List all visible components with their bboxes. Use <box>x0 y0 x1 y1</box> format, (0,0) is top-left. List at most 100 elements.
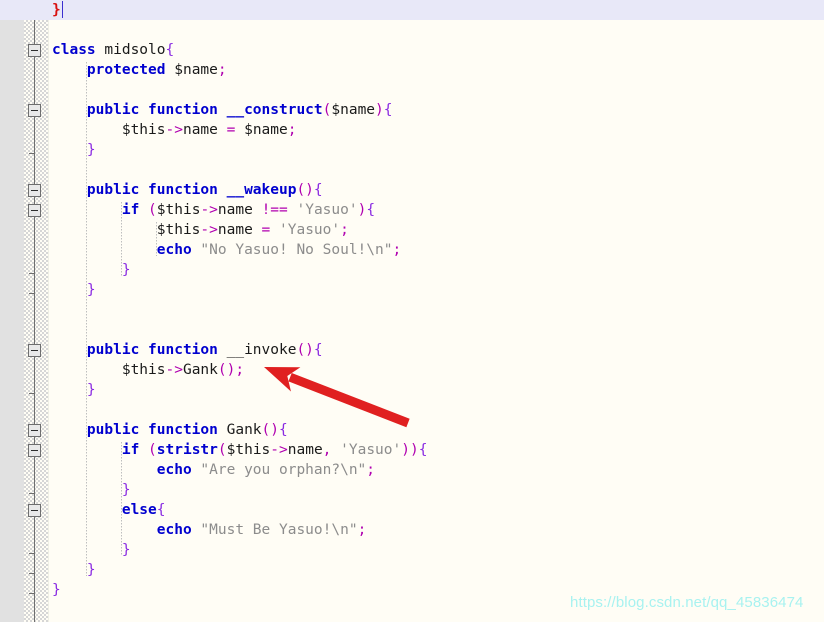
code-line-text: else{ <box>0 500 166 520</box>
code-token: $this <box>156 202 201 218</box>
text-caret <box>61 1 63 18</box>
code-line-text: public function __construct($name){ <box>0 100 393 120</box>
code-line-text: } <box>0 380 96 400</box>
code-token: } <box>52 582 61 598</box>
code-token: if <box>121 202 149 218</box>
code-token: name <box>182 122 227 138</box>
code-line-text: echo "Must Be Yasuo!\n"; <box>0 520 367 540</box>
code-token: ( <box>148 442 157 458</box>
code-token: } <box>86 282 96 298</box>
code-line[interactable]: } <box>0 280 824 300</box>
code-token: } <box>52 2 61 18</box>
code-text-area[interactable]: } class midsolo{ protected $name; public … <box>0 0 824 622</box>
code-token: $name <box>244 122 288 138</box>
code-token: } <box>121 542 131 558</box>
code-token: ; <box>392 242 402 258</box>
code-token: echo <box>156 242 201 258</box>
code-token: 'Yasuo' <box>296 202 358 218</box>
code-token: ; <box>287 122 297 138</box>
code-line[interactable]: public function __construct($name){ <box>0 100 824 120</box>
code-token: public function <box>86 422 227 438</box>
code-line[interactable]: $this->name = 'Yasuo'; <box>0 220 824 240</box>
code-line-text: } <box>0 280 96 300</box>
code-line[interactable] <box>0 80 824 100</box>
code-line[interactable]: $this->Gank(); <box>0 360 824 380</box>
code-token: { <box>165 42 175 58</box>
code-line-text: public function __invoke(){ <box>0 340 323 360</box>
code-line[interactable] <box>0 400 824 420</box>
code-line[interactable] <box>0 320 824 340</box>
code-token: ( <box>148 202 157 218</box>
code-line[interactable]: if ($this->name !== 'Yasuo'){ <box>0 200 824 220</box>
code-line[interactable]: else{ <box>0 500 824 520</box>
code-token: __wakeup <box>226 182 297 198</box>
code-line[interactable]: } <box>0 560 824 580</box>
code-token: echo <box>156 462 201 478</box>
code-token: { <box>366 202 376 218</box>
code-line[interactable]: } <box>0 380 824 400</box>
code-line[interactable]: } <box>0 260 824 280</box>
code-token: = <box>226 122 245 138</box>
code-line[interactable]: public function __invoke(){ <box>0 340 824 360</box>
code-token: { <box>383 102 393 118</box>
code-token: -> <box>165 362 183 378</box>
code-token: } <box>86 562 96 578</box>
code-line[interactable]: if (stristr($this->name, 'Yasuo')){ <box>0 440 824 460</box>
code-token: { <box>418 442 428 458</box>
code-token: public function <box>86 102 227 118</box>
code-line[interactable]: echo "Must Be Yasuo!\n"; <box>0 520 824 540</box>
code-line[interactable]: public function Gank(){ <box>0 420 824 440</box>
code-token: { <box>156 502 166 518</box>
code-token: class <box>52 42 105 58</box>
code-token: 'Yasuo' <box>279 222 341 238</box>
code-token: $this <box>121 122 166 138</box>
code-line-text: } <box>0 480 131 500</box>
code-line-text: } <box>0 540 131 560</box>
code-line[interactable] <box>0 160 824 180</box>
code-line-text: if ($this->name !== 'Yasuo'){ <box>0 200 375 220</box>
code-line[interactable]: protected $name; <box>0 60 824 80</box>
code-token: else <box>121 502 157 518</box>
code-token: $this <box>156 222 201 238</box>
code-token: if <box>121 442 149 458</box>
code-token: -> <box>165 122 183 138</box>
code-token: ; <box>340 222 349 238</box>
code-line-text: } <box>0 140 96 160</box>
code-line[interactable] <box>0 300 824 320</box>
code-token: Gank <box>226 422 262 438</box>
code-line[interactable]: } <box>0 140 824 160</box>
code-line[interactable]: } <box>0 480 824 500</box>
code-token: , <box>322 442 341 458</box>
code-line[interactable]: class midsolo{ <box>0 40 824 60</box>
code-line[interactable]: public function __wakeup(){ <box>0 180 824 200</box>
code-token: -> <box>200 222 218 238</box>
code-line[interactable]: $this->name = $name; <box>0 120 824 140</box>
code-line-text: $this->name = $name; <box>0 120 297 140</box>
code-line[interactable]: echo "Are you orphan?\n"; <box>0 460 824 480</box>
code-editor[interactable]: } class midsolo{ protected $name; public … <box>0 0 824 622</box>
code-token: $this <box>121 362 166 378</box>
code-token: __invoke <box>226 342 297 358</box>
code-token: public function <box>86 182 227 198</box>
code-line[interactable]: } <box>0 540 824 560</box>
code-token: { <box>313 182 323 198</box>
code-line[interactable]: echo "No Yasuo! No Soul!\n"; <box>0 240 824 260</box>
code-line-text: public function __wakeup(){ <box>0 180 323 200</box>
code-token: ( <box>217 442 227 458</box>
code-token: $name <box>174 62 218 78</box>
code-line[interactable] <box>0 20 824 40</box>
code-line[interactable]: } <box>0 0 824 20</box>
code-token: -> <box>200 202 218 218</box>
code-token: = <box>261 222 280 238</box>
code-token: { <box>279 422 288 438</box>
